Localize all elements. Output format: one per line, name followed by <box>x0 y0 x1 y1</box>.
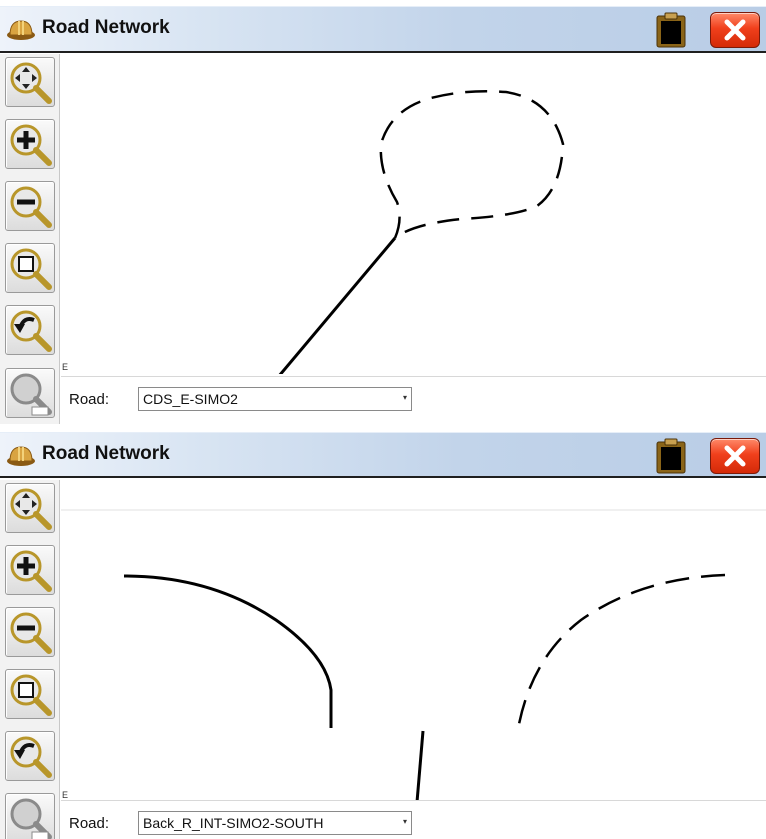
zoom-extents-icon <box>10 248 52 290</box>
chevron-down-icon: ▾ <box>403 817 408 826</box>
pan-icon <box>10 62 52 104</box>
road-selector-bar: Road: CDS_E-SIMO2 ▾ <box>61 376 766 420</box>
road-line-solid-stub <box>415 730 425 803</box>
zoom-out-button[interactable] <box>5 607 55 657</box>
zoom-in-icon <box>10 124 52 166</box>
zoom-previous-icon <box>10 310 52 352</box>
close-icon <box>724 445 746 467</box>
zoom-previous-button[interactable] <box>5 305 55 355</box>
clipboard-button[interactable] <box>655 12 687 48</box>
road-selector-bar: Road: Back_R_INT-SIMO2-SOUTH ▾ <box>61 800 766 839</box>
zoom-in-button[interactable] <box>5 545 55 595</box>
chevron-down-icon: ▾ <box>403 393 408 402</box>
zoom-extents-button[interactable] <box>5 669 55 719</box>
zoom-extents-icon <box>10 674 52 716</box>
road-line-dashed-curve <box>515 573 726 736</box>
origin-marker: E <box>62 790 69 800</box>
close-button[interactable] <box>710 438 760 474</box>
map-toolbar <box>0 54 60 424</box>
window-title: Road Network <box>42 17 170 38</box>
clipboard-icon <box>656 438 686 474</box>
zoom-previous-button[interactable] <box>5 731 55 781</box>
zoom-out-icon <box>10 612 52 654</box>
origin-marker: E <box>62 362 69 372</box>
road-label: Road: <box>69 391 110 408</box>
road-network-drawing <box>277 90 565 377</box>
window-title: Road Network <box>42 443 170 464</box>
road-network-drawing <box>61 509 766 803</box>
road-dropdown-value: CDS_E-SIMO2 <box>143 391 238 407</box>
zoom-in-button[interactable] <box>5 119 55 169</box>
clipboard-button[interactable] <box>655 438 687 474</box>
zoom-in-icon <box>10 550 52 592</box>
map-canvas[interactable] <box>61 480 766 803</box>
zoom-window-icon <box>10 798 52 839</box>
road-network-window-1: Road Network E Road: CDS_E-SIMO2 ▾ <box>0 0 766 424</box>
map-canvas[interactable] <box>61 54 766 377</box>
road-line-solid-curve <box>123 574 333 728</box>
zoom-window-button[interactable] <box>5 793 55 839</box>
zoom-previous-icon <box>10 736 52 778</box>
pan-button[interactable] <box>5 57 55 107</box>
map-toolbar <box>0 480 60 839</box>
zoom-window-icon <box>10 373 52 416</box>
clipboard-icon <box>656 12 686 48</box>
road-dropdown[interactable]: Back_R_INT-SIMO2-SOUTH ▾ <box>138 811 412 835</box>
hardhat-icon <box>7 446 35 466</box>
pan-button[interactable] <box>5 483 55 533</box>
road-dropdown[interactable]: CDS_E-SIMO2 ▾ <box>138 387 412 411</box>
title-bar: Road Network <box>0 432 766 478</box>
zoom-out-button[interactable] <box>5 181 55 231</box>
zoom-window-button[interactable] <box>5 368 55 418</box>
pan-icon <box>10 488 52 530</box>
title-bar: Road Network <box>0 6 766 53</box>
road-network-window-2: Road Network E Road: Back_R_INT-SIMO2-SO… <box>0 424 766 839</box>
close-button[interactable] <box>710 12 760 48</box>
zoom-extents-button[interactable] <box>5 243 55 293</box>
road-label: Road: <box>69 815 110 832</box>
road-line-solid <box>277 237 397 377</box>
hardhat-icon <box>7 20 35 40</box>
road-line-dashed <box>379 90 565 240</box>
road-dropdown-value: Back_R_INT-SIMO2-SOUTH <box>143 815 324 831</box>
close-icon <box>724 19 746 41</box>
zoom-out-icon <box>10 186 52 228</box>
